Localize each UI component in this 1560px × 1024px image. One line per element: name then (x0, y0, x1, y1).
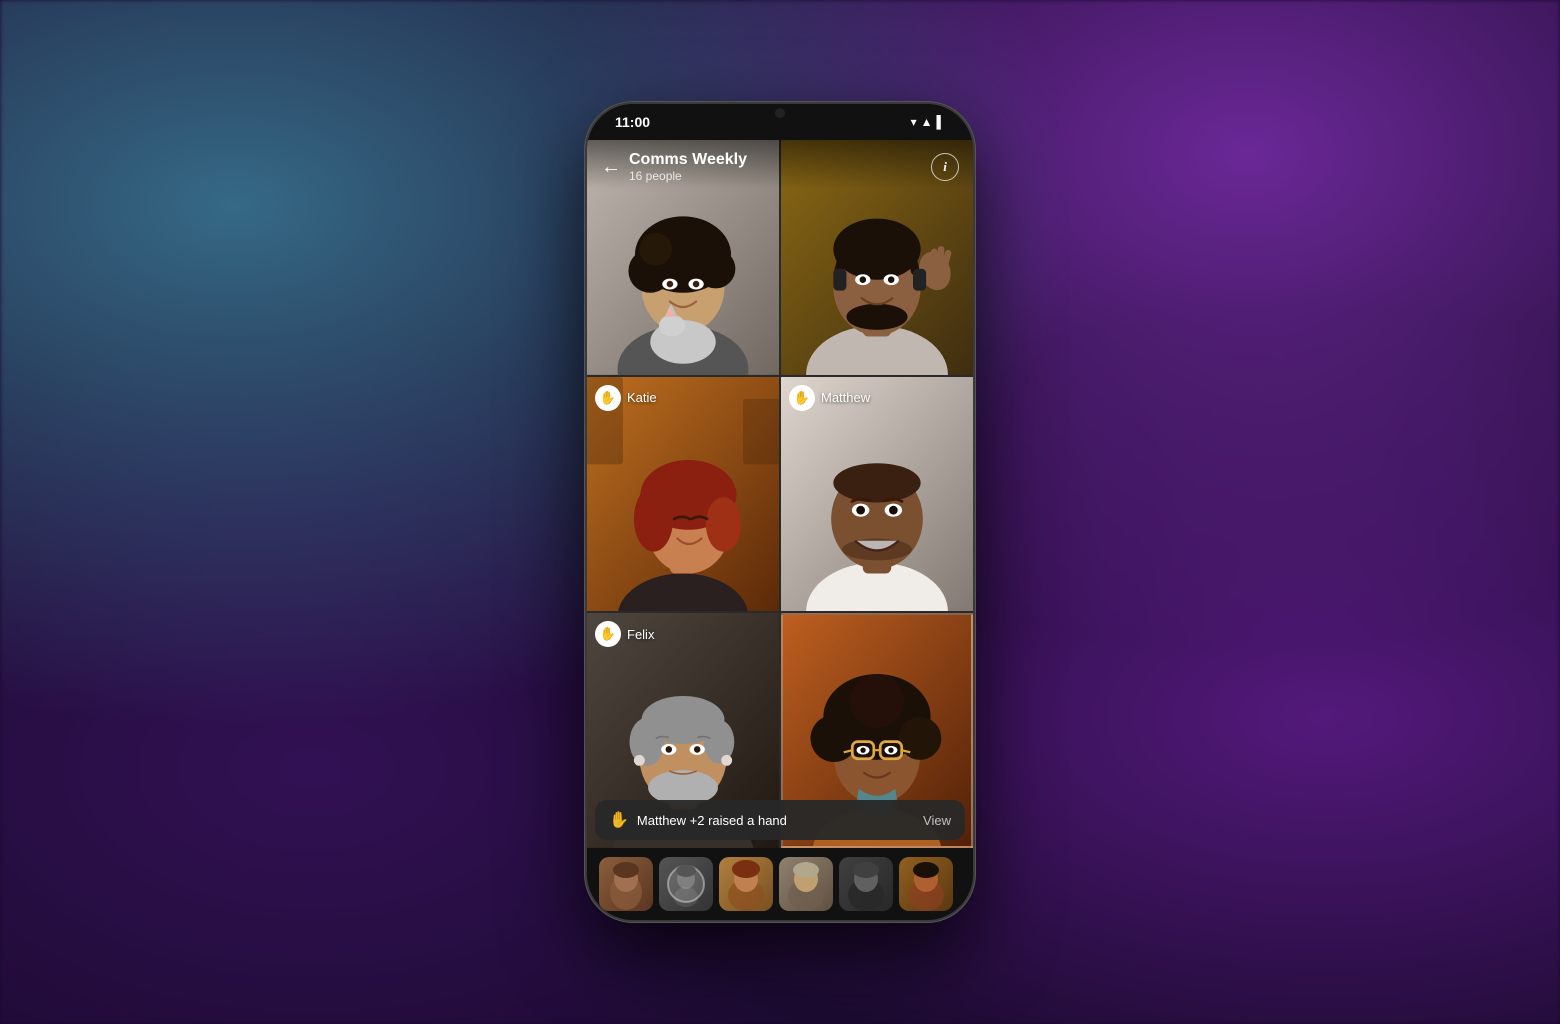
participant-name-felix: Felix (627, 627, 654, 642)
notification-hand-icon: ✋ (609, 810, 629, 830)
participant-name-katie: Katie (627, 390, 657, 405)
battery-icon: ▌ (936, 115, 945, 130)
thumbnail-6[interactable] (899, 857, 953, 911)
call-subtitle: 16 people (629, 169, 747, 183)
participant-label-matthew: ✋ Matthew (789, 385, 870, 411)
hand-badge-katie: ✋ (595, 385, 621, 411)
back-button[interactable]: ← (601, 157, 621, 177)
call-area: ← Comms Weekly 16 people i (587, 140, 973, 920)
call-header: ← Comms Weekly 16 people i (587, 140, 973, 189)
wifi-icon: ▾ (911, 115, 917, 130)
thumbnail-5[interactable] (839, 857, 893, 911)
status-time: 11:00 (615, 114, 650, 130)
thumbnail-3[interactable] (719, 857, 773, 911)
hand-badge-matthew: ✋ (789, 385, 815, 411)
header-left: ← Comms Weekly 16 people (601, 150, 747, 183)
camera-notch (775, 108, 785, 118)
thumb-bg-4 (779, 857, 833, 911)
notification-view-button[interactable]: View (923, 813, 951, 828)
info-button[interactable]: i (931, 153, 959, 181)
video-grid: ✋ Katie (587, 140, 973, 848)
thumbnail-2[interactable] (659, 857, 713, 911)
phone-screen: 11:00 ▾ ▲ ▌ ← Comms Weekly 16 people (587, 104, 973, 920)
status-icons: ▾ ▲ ▌ (911, 115, 945, 130)
hand-badge-felix: ✋ (595, 621, 621, 647)
participant-label-felix: ✋ Felix (595, 621, 654, 647)
thumbnail-4[interactable] (779, 857, 833, 911)
video-cell-matthew: ✋ Matthew (781, 377, 973, 612)
thumbnail-1[interactable] (599, 857, 653, 911)
thumbnail-row (587, 848, 973, 920)
thumb-bg-2 (659, 857, 713, 911)
participant-name-matthew: Matthew (821, 390, 870, 405)
notification-banner: ✋ Matthew +2 raised a hand View (595, 800, 965, 840)
participant-label-katie: ✋ Katie (595, 385, 657, 411)
thumb-bg-3 (719, 857, 773, 911)
notification-text: Matthew +2 raised a hand (637, 813, 787, 828)
phone-device: 11:00 ▾ ▲ ▌ ← Comms Weekly 16 people (585, 102, 975, 922)
thumb-bg-6 (899, 857, 953, 911)
call-title-group: Comms Weekly 16 people (629, 150, 747, 183)
call-title: Comms Weekly (629, 150, 747, 169)
phone-shell: 11:00 ▾ ▲ ▌ ← Comms Weekly 16 people (585, 102, 975, 922)
thumb-bg-1 (599, 857, 653, 911)
video-cell-katie: ✋ Katie (587, 377, 779, 612)
notification-left: ✋ Matthew +2 raised a hand (609, 810, 787, 830)
signal-icon: ▲ (921, 115, 933, 130)
thumb-bg-5 (839, 857, 893, 911)
status-bar: 11:00 ▾ ▲ ▌ (587, 104, 973, 140)
